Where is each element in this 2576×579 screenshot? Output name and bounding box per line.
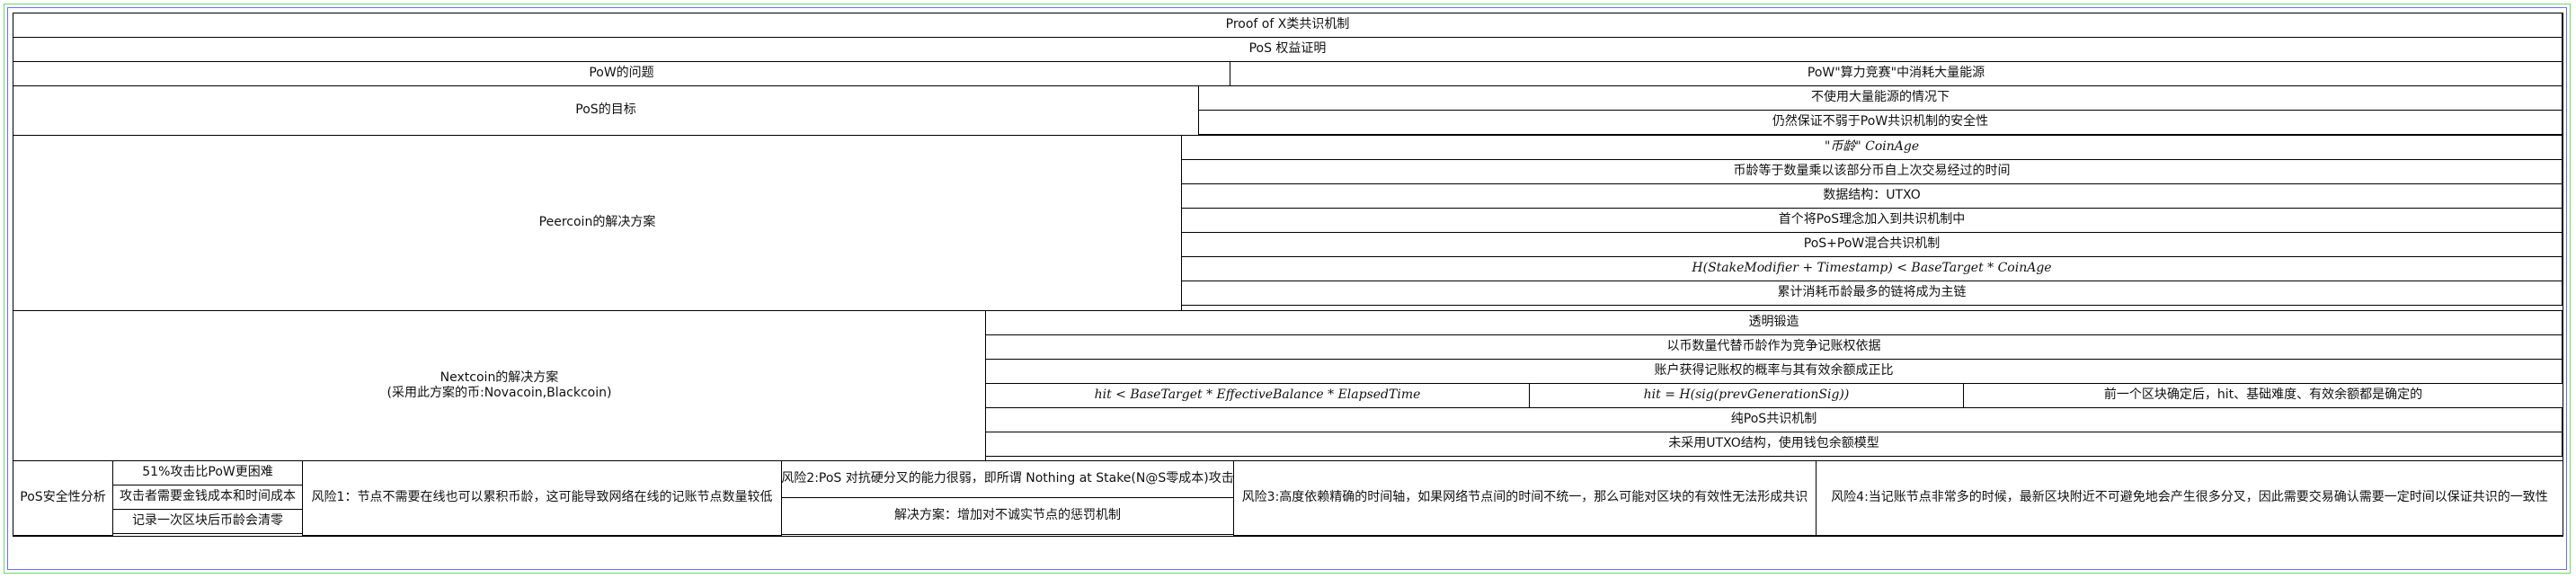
nextcoin-item: 纯PoS共识机制 bbox=[985, 407, 2563, 432]
hit-inequality: hit < BaseTarget * EffectiveBalance * El… bbox=[985, 383, 1530, 408]
pos-goal-item: 仍然保证不弱于PoW共识机制的安全性 bbox=[1198, 110, 2563, 135]
pow-problem-row: PoW的问题 PoW"算力竞赛"中消耗大量能源 bbox=[13, 61, 2563, 86]
nextcoin-item: 账户获得记账权的概率与其有效余额成正比 bbox=[985, 359, 2563, 384]
nextcoin-label-cell: Nextcoin的解决方案 (采用此方案的币:Novacoin,Blackcoi… bbox=[13, 310, 986, 461]
hit-note: 前一个区块确定后，hit、基础难度、有效余额都是确定的 bbox=[1963, 383, 2563, 408]
peercoin-item: 首个将PoS理念加入到共识机制中 bbox=[1181, 208, 2563, 233]
peercoin-item: PoS+PoW混合共识机制 bbox=[1181, 232, 2563, 257]
security-row: PoS安全性分析 51%攻击比PoW更困难 攻击者需要金钱成本和时间成本 记录一… bbox=[13, 460, 2563, 536]
pos-goal-item: 不使用大量能源的情况下 bbox=[1198, 85, 2563, 111]
security-sub-item: 攻击者需要金钱成本和时间成本 bbox=[112, 485, 303, 510]
peercoin-row: Peercoin的解决方案 "币龄" CoinAge 币龄等于数量乘以该部分币自… bbox=[13, 135, 2563, 311]
mindmap-table: Proof of X类共识机制 PoS 权益证明 PoW的问题 PoW"算力竞赛… bbox=[13, 13, 2563, 537]
nextcoin-hit-row: hit < BaseTarget * EffectiveBalance * El… bbox=[985, 383, 2563, 408]
pow-problem-value: PoW"算力竞赛"中消耗大量能源 bbox=[1230, 61, 2563, 86]
hit-definition: hit = H(sig(prevGenerationSig)) bbox=[1529, 383, 1964, 408]
risk1: 风险1：节点不需要在线也可以累积币龄，这可能导致网络在线的记账节点数量较低 bbox=[302, 460, 782, 536]
nextcoin-label: Nextcoin的解决方案 bbox=[440, 370, 559, 385]
peercoin-label: Peercoin的解决方案 bbox=[13, 135, 1182, 311]
peercoin-item: 数据结构：UTXO bbox=[1181, 183, 2563, 209]
pos-header-row: PoS 权益证明 bbox=[13, 37, 2563, 62]
nextcoin-item: 透明锻造 bbox=[985, 310, 2563, 335]
peercoin-item: "币龄" CoinAge bbox=[1181, 135, 2563, 160]
nextcoin-row: Nextcoin的解决方案 (采用此方案的币:Novacoin,Blackcoi… bbox=[13, 310, 2563, 461]
pos-header: PoS 权益证明 bbox=[13, 37, 2563, 62]
security-sub-item: 51%攻击比PoW更困难 bbox=[112, 460, 303, 485]
peercoin-formula: H(StakeModifier + Timestamp) < BaseTarge… bbox=[1181, 256, 2563, 281]
risk4: 风险4:当记账节点非常多的时候，最新区块附近不可避免地会产生很多分叉，因此需要交… bbox=[1816, 460, 2563, 536]
nextcoin-items: 透明锻造 以币数量代替币龄作为竞争记账权依据 账户获得记账权的概率与其有效余额成… bbox=[985, 310, 2563, 461]
security-sub-item: 记录一次区块后币龄会清零 bbox=[112, 509, 303, 534]
pos-goal-row: PoS的目标 不使用大量能源的情况下 仍然保证不弱于PoW共识机制的安全性 bbox=[13, 85, 2563, 136]
pos-goal-items: 不使用大量能源的情况下 仍然保证不弱于PoW共识机制的安全性 bbox=[1198, 85, 2563, 136]
peercoin-item: 累计消耗币龄最多的链将成为主链 bbox=[1181, 281, 2563, 306]
peercoin-items: "币龄" CoinAge 币龄等于数量乘以该部分币自上次交易经过的时间 数据结构… bbox=[1181, 135, 2563, 311]
peercoin-item: 币龄等于数量乘以该部分币自上次交易经过的时间 bbox=[1181, 159, 2563, 184]
risk2-group: 风险2:PoS 对抗硬分叉的能力很弱，即所谓 Nothing at Stake(… bbox=[781, 460, 1234, 536]
risk3: 风险3:高度依赖精确的时间轴，如果网络节点间的时间不统一，那么可能对区块的有效性… bbox=[1233, 460, 1817, 536]
pow-problem-label: PoW的问题 bbox=[13, 61, 1230, 86]
nextcoin-item: 以币数量代替币龄作为竞争记账权依据 bbox=[985, 334, 2563, 360]
risk2: 风险2:PoS 对抗硬分叉的能力很弱，即所谓 Nothing at Stake(… bbox=[781, 460, 1234, 498]
security-sub-items: 51%攻击比PoW更困难 攻击者需要金钱成本和时间成本 记录一次区块后币龄会清零 bbox=[112, 460, 303, 536]
nextcoin-item: 未采用UTXO结构，使用钱包余额模型 bbox=[985, 432, 2563, 457]
title-row: Proof of X类共识机制 bbox=[13, 13, 2563, 38]
security-label: PoS安全性分析 bbox=[13, 460, 113, 536]
risk2-solution: 解决方案：增加对不诚实节点的惩罚机制 bbox=[781, 497, 1234, 535]
pos-goal-label: PoS的目标 bbox=[13, 85, 1199, 136]
nextcoin-sublabel: (采用此方案的币:Novacoin,Blackcoin) bbox=[386, 386, 612, 400]
page-title: Proof of X类共识机制 bbox=[13, 13, 2563, 38]
